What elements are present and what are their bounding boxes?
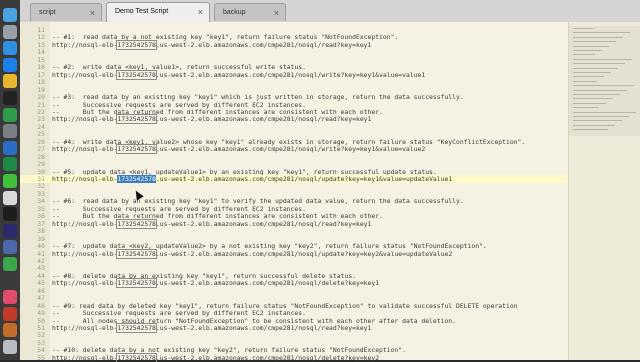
- minimap-line: [573, 85, 634, 87]
- minimap[interactable]: [568, 22, 640, 360]
- minimap-line: [573, 41, 616, 43]
- minimap-line: [573, 67, 618, 69]
- elb-id-match: 1732542578: [116, 352, 157, 362]
- minimap-line: [573, 45, 609, 47]
- intellij-icon[interactable]: [3, 290, 17, 305]
- safari-icon[interactable]: [3, 41, 17, 56]
- minimap-line: [573, 28, 593, 29]
- minimap-line: [573, 72, 611, 73]
- yinxiang-icon[interactable]: [3, 107, 17, 122]
- tab-label: backup: [223, 9, 246, 16]
- close-icon[interactable]: ×: [274, 8, 279, 18]
- minimap-line: [573, 129, 608, 131]
- minimap-line: [573, 89, 627, 91]
- photos-icon[interactable]: [3, 190, 17, 205]
- code-editor[interactable]: 11 12 -- #1: read data by a not existing k…: [20, 22, 568, 362]
- minimap-line: [573, 102, 606, 104]
- minimap-line: [573, 54, 595, 56]
- code-text: http://nosql-elb-1732542578.us-west-2.el…: [52, 352, 380, 362]
- excel-icon[interactable]: [3, 157, 17, 172]
- minimap-line: [573, 111, 636, 113]
- minimap-line: [573, 124, 615, 126]
- qq-icon[interactable]: [3, 91, 17, 105]
- filezilla-icon[interactable]: [3, 306, 17, 321]
- virtualbox-icon[interactable]: [3, 240, 17, 255]
- minimap-line: [573, 58, 632, 60]
- minimap-line: [573, 120, 622, 122]
- line-number: 55: [37, 353, 45, 362]
- mysql-icon[interactable]: [3, 323, 17, 338]
- tab-demo-test-script[interactable]: Demo Test Script ×: [106, 2, 210, 22]
- terminal-icon[interactable]: [3, 207, 17, 222]
- minimap-line: [573, 80, 597, 82]
- chrome-icon[interactable]: [3, 74, 17, 89]
- url-prefix: http://nosql-elb-: [52, 353, 118, 362]
- code-line: 55 http://nosql-elb-1732542578.us-west-2.…: [20, 352, 568, 362]
- minimap-line: [573, 98, 613, 100]
- trash-icon[interactable]: [3, 340, 17, 354]
- tab-script[interactable]: script ×: [30, 3, 102, 21]
- minimap-line: [573, 50, 602, 51]
- evernote-icon[interactable]: [3, 257, 17, 271]
- dock: [0, 0, 21, 360]
- close-icon[interactable]: ×: [198, 7, 203, 17]
- minimap-line: [573, 107, 599, 109]
- eclipse-icon[interactable]: [3, 223, 17, 238]
- tab-backup[interactable]: backup ×: [214, 3, 286, 21]
- minimap-line: [573, 76, 604, 78]
- tab-bar: script × Demo Test Script × backup ×: [20, 0, 640, 23]
- sublime-icon[interactable]: [3, 273, 17, 288]
- close-icon[interactable]: ×: [90, 8, 95, 18]
- app-store-icon[interactable]: [3, 57, 17, 72]
- settings-icon[interactable]: [3, 124, 17, 139]
- tab-label: script: [39, 9, 56, 16]
- launchpad-icon[interactable]: [3, 24, 17, 39]
- minimap-line: [573, 116, 629, 117]
- minimap-line: [573, 36, 623, 38]
- tab-label: Demo Test Script: [115, 8, 169, 15]
- minimap-line: [573, 94, 620, 95]
- word-icon[interactable]: [3, 140, 17, 155]
- finder-icon[interactable]: [3, 8, 17, 22]
- url-suffix: .us-west-2.elb.amazonaws.com/cmpe281/nos…: [155, 353, 380, 362]
- wechat-icon[interactable]: [3, 174, 17, 188]
- minimap-line: [573, 32, 630, 34]
- minimap-line: [573, 63, 625, 65]
